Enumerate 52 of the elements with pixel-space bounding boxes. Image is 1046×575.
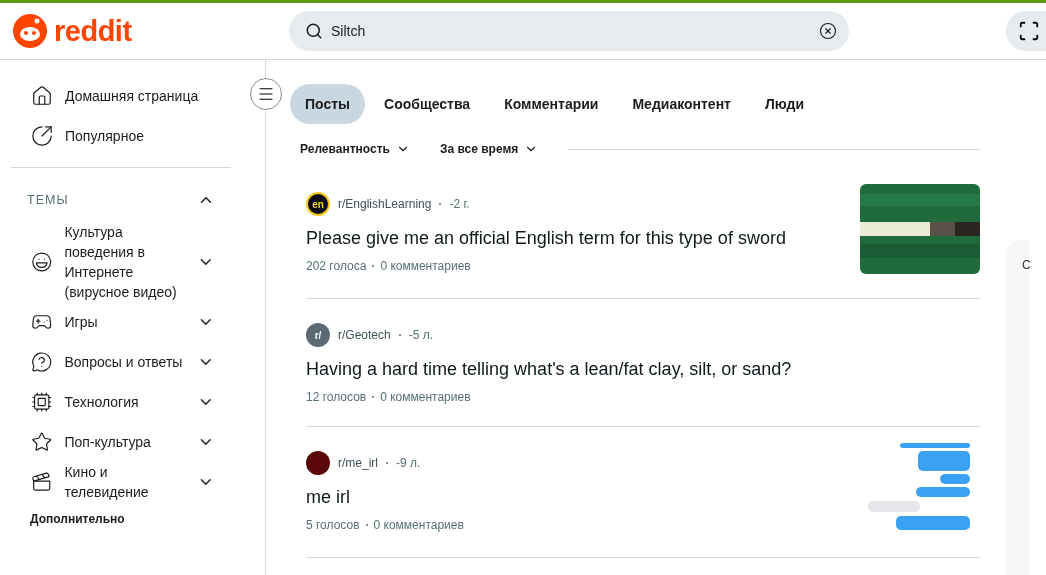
section-heading: Дополнительно: [30, 512, 126, 526]
menu-icon: [257, 85, 275, 103]
comment-count: 0 комментариев: [380, 390, 471, 404]
logo-icon: [12, 13, 48, 49]
tab[interactable]: Медиаконтент: [617, 84, 746, 124]
menu-button[interactable]: [250, 78, 282, 110]
tab[interactable]: Люди: [749, 84, 820, 124]
clapperboard-icon: [31, 471, 53, 493]
community-link[interactable]: r/me_irl: [338, 456, 378, 470]
tab[interactable]: Посты: [290, 84, 366, 124]
post-age: -2 г.: [449, 197, 470, 211]
chip-icon: [31, 391, 53, 413]
filter-dropdown[interactable]: Релевантность: [300, 142, 410, 156]
search-icon: [305, 22, 323, 40]
comment-count: 0 комментариев: [373, 518, 464, 532]
vote-count: 202 голоса: [306, 259, 367, 273]
community-avatar: en: [306, 192, 330, 216]
star-icon: [31, 431, 53, 453]
comment-count: 0 комментариев: [380, 259, 471, 273]
vote-count: 12 голосов: [306, 390, 367, 404]
scan-button[interactable]: [1006, 11, 1046, 51]
clear-button[interactable]: [819, 22, 837, 40]
question-icon: [31, 351, 53, 373]
topic-item[interactable]: Поп-культура: [11, 422, 231, 462]
tab[interactable]: Сообщества: [369, 84, 486, 124]
side-panel: С: [1006, 240, 1030, 575]
community-avatar: r/: [306, 323, 330, 347]
community-link[interactable]: r/EnglishLearning: [338, 197, 432, 211]
clear-icon: [819, 22, 837, 40]
sidebar-item[interactable]: Популярное: [11, 116, 231, 156]
topic-item[interactable]: Вопросы и ответы: [11, 342, 231, 382]
arrow-circle-icon: [31, 125, 53, 147]
sidebar-item[interactable]: Домашняя страница: [11, 76, 231, 116]
post-title[interactable]: Having a hard time telling what's a lean/fat clay, silt, or sand?: [306, 359, 980, 380]
smile-icon: [31, 251, 53, 273]
topic-item[interactable]: Кино и телевидение: [11, 462, 231, 502]
community-link[interactable]: r/Geotech: [338, 328, 391, 342]
topic-item[interactable]: Технология: [11, 382, 231, 422]
home-icon: [31, 85, 53, 107]
post-age: -9 л.: [396, 456, 421, 470]
vote-count: 5 голосов: [306, 518, 360, 532]
filter-dropdown[interactable]: За все время: [439, 142, 539, 156]
topics-header[interactable]: ТЕМЫ: [11, 178, 231, 222]
post-age: -5 л.: [408, 328, 434, 342]
topic-item[interactable]: Культура поведения в Интернете (вирусное видео): [11, 222, 231, 302]
post-title[interactable]: me irl: [306, 487, 860, 508]
search-field[interactable]: Siltch: [289, 11, 849, 51]
tab[interactable]: Комментарии: [489, 84, 614, 124]
topic-item[interactable]: Игры: [11, 302, 231, 342]
community-avatar: [306, 451, 330, 475]
scan-icon: [1018, 20, 1040, 42]
post-title[interactable]: Please give me an official English term for this type of sword: [306, 228, 860, 249]
